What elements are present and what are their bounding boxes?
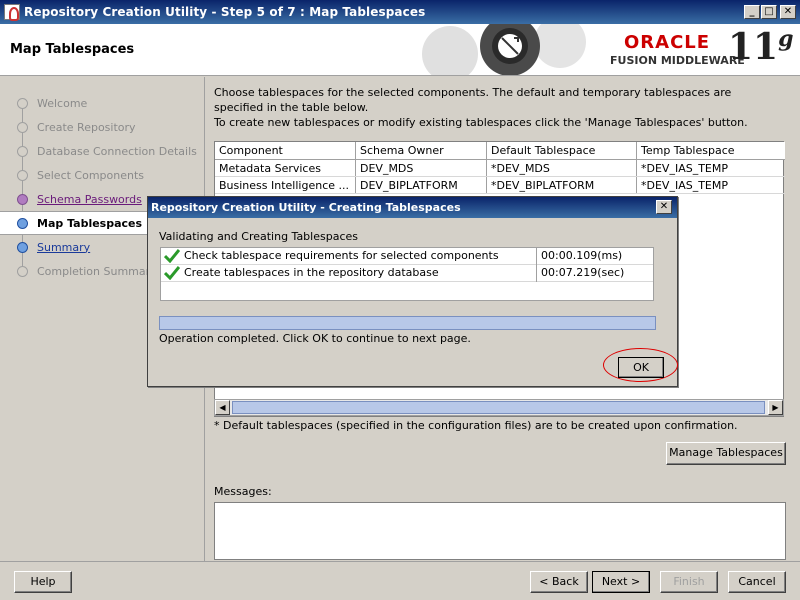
nav-step-label[interactable]: Summary [37,241,90,254]
step-dot-icon [17,193,28,205]
version-logo: 11g [728,26,794,68]
wizard-button-bar: Help < Back Next > Finish Cancel [0,561,800,600]
dialog-title: Repository Creation Utility - Creating T… [148,197,677,218]
nav-step-label: Create Repository [37,120,136,134]
ok-button[interactable]: OK [618,357,664,378]
table-cell: DEV_MDS [356,160,487,176]
cancel-button[interactable]: Cancel [728,571,786,593]
finish-button: Finish [660,571,718,593]
messages-area[interactable] [214,502,786,560]
table-row[interactable]: Metadata Services DEV_MDS *DEV_MDS *DEV_… [215,160,785,177]
dialog-status: Operation completed. Click OK to continu… [159,332,471,345]
table-cell: Metadata Services [215,160,356,176]
page-title: Map Tablespaces [10,42,135,57]
close-button[interactable]: ✕ [780,5,796,19]
window-titlebar: Repository Creation Utility - Step 5 of … [0,0,800,24]
oracle-logo: ORACLE [624,32,711,53]
help-button[interactable]: Help [14,571,72,593]
messages-label: Messages: [214,485,272,498]
column-header[interactable]: Component [215,142,356,159]
checkmark-icon [164,249,180,263]
table-row[interactable]: Business Intelligence ... DEV_BIPLATFORM… [215,177,785,194]
column-header[interactable]: Default Tablespace [487,142,637,159]
table-cell[interactable]: *DEV_BIPLATFORM [487,177,637,193]
task-time: 00:00.109(ms) [541,249,623,262]
step-dot-icon [17,217,28,229]
column-header[interactable]: Temp Tablespace [637,142,785,159]
nav-step-label: Map Tablespaces [37,216,143,230]
table-cell[interactable]: *DEV_IAS_TEMP [637,177,785,193]
instruction-text: Choose tablespaces for the selected comp… [214,86,732,114]
step-dot-icon [17,241,28,253]
nav-step-database-connection: Database Connection Details [0,140,204,162]
step-dot-icon [17,145,28,157]
horizontal-scrollbar[interactable]: ◀ ▶ [214,399,784,416]
nav-step-label: Welcome [37,96,88,110]
progress-bar [159,316,656,330]
step-dot-icon [17,169,28,181]
back-button[interactable]: < Back [530,571,588,593]
footnote-text: * Default tablespaces (specified in the … [214,419,738,432]
next-button[interactable]: Next > [592,571,650,593]
task-time: 00:07.219(sec) [541,266,625,279]
manage-tablespaces-button[interactable]: Manage Tablespaces [666,442,786,465]
version-number: 11 [728,26,779,68]
table-cell[interactable]: *DEV_MDS [487,160,637,176]
task-name: Check tablespace requirements for select… [184,248,537,265]
nav-step-label[interactable]: Schema Passwords [37,193,142,206]
step-dot-icon [17,121,28,133]
instruction-text: To create new tablespaces or modify exis… [214,116,748,129]
gears-graphic-icon [422,24,586,75]
checkmark-icon [164,266,180,280]
minimize-button[interactable]: _ [744,5,760,19]
dialog-heading: Validating and Creating Tablespaces [159,230,358,243]
scroll-left-arrow-icon[interactable]: ◀ [215,400,230,415]
maximize-button[interactable]: □ [761,5,777,19]
list-item: Create tablespaces in the repository dat… [161,265,653,282]
nav-step-create-repository: Create Repository [0,116,204,138]
instructions: Choose tablespaces for the selected comp… [214,85,784,130]
table-cell: DEV_BIPLATFORM [356,177,487,193]
list-item: Check tablespace requirements for select… [161,248,653,265]
scroll-right-arrow-icon[interactable]: ▶ [768,400,783,415]
creating-tablespaces-dialog: Repository Creation Utility - Creating T… [147,196,678,387]
nav-step-label: Select Components [37,168,145,182]
scrollbar-thumb[interactable] [232,401,765,414]
task-list: Check tablespace requirements for select… [160,247,654,301]
page-header: Map Tablespaces ORACLE FUSION MIDDLEWARE… [0,24,800,76]
step-dot-icon [17,265,28,277]
window-title: Repository Creation Utility - Step 5 of … [24,5,426,19]
table-header-row: Component Schema Owner Default Tablespac… [215,142,785,160]
table-cell[interactable]: *DEV_IAS_TEMP [637,160,785,176]
nav-step-label: Database Connection Details [37,144,197,158]
step-dot-icon [17,97,28,109]
column-header[interactable]: Schema Owner [356,142,487,159]
nav-step-label: Completion Summary [37,264,157,278]
version-suffix: g [778,26,794,52]
nav-step-select-components: Select Components [0,164,204,186]
java-app-icon [4,4,20,21]
dialog-close-icon[interactable]: ✕ [656,200,672,214]
table-cell: Business Intelligence ... [215,177,356,193]
fusion-middleware-logo: FUSION MIDDLEWARE [610,54,745,67]
task-name: Create tablespaces in the repository dat… [184,265,537,282]
nav-step-welcome: Welcome [0,92,204,114]
